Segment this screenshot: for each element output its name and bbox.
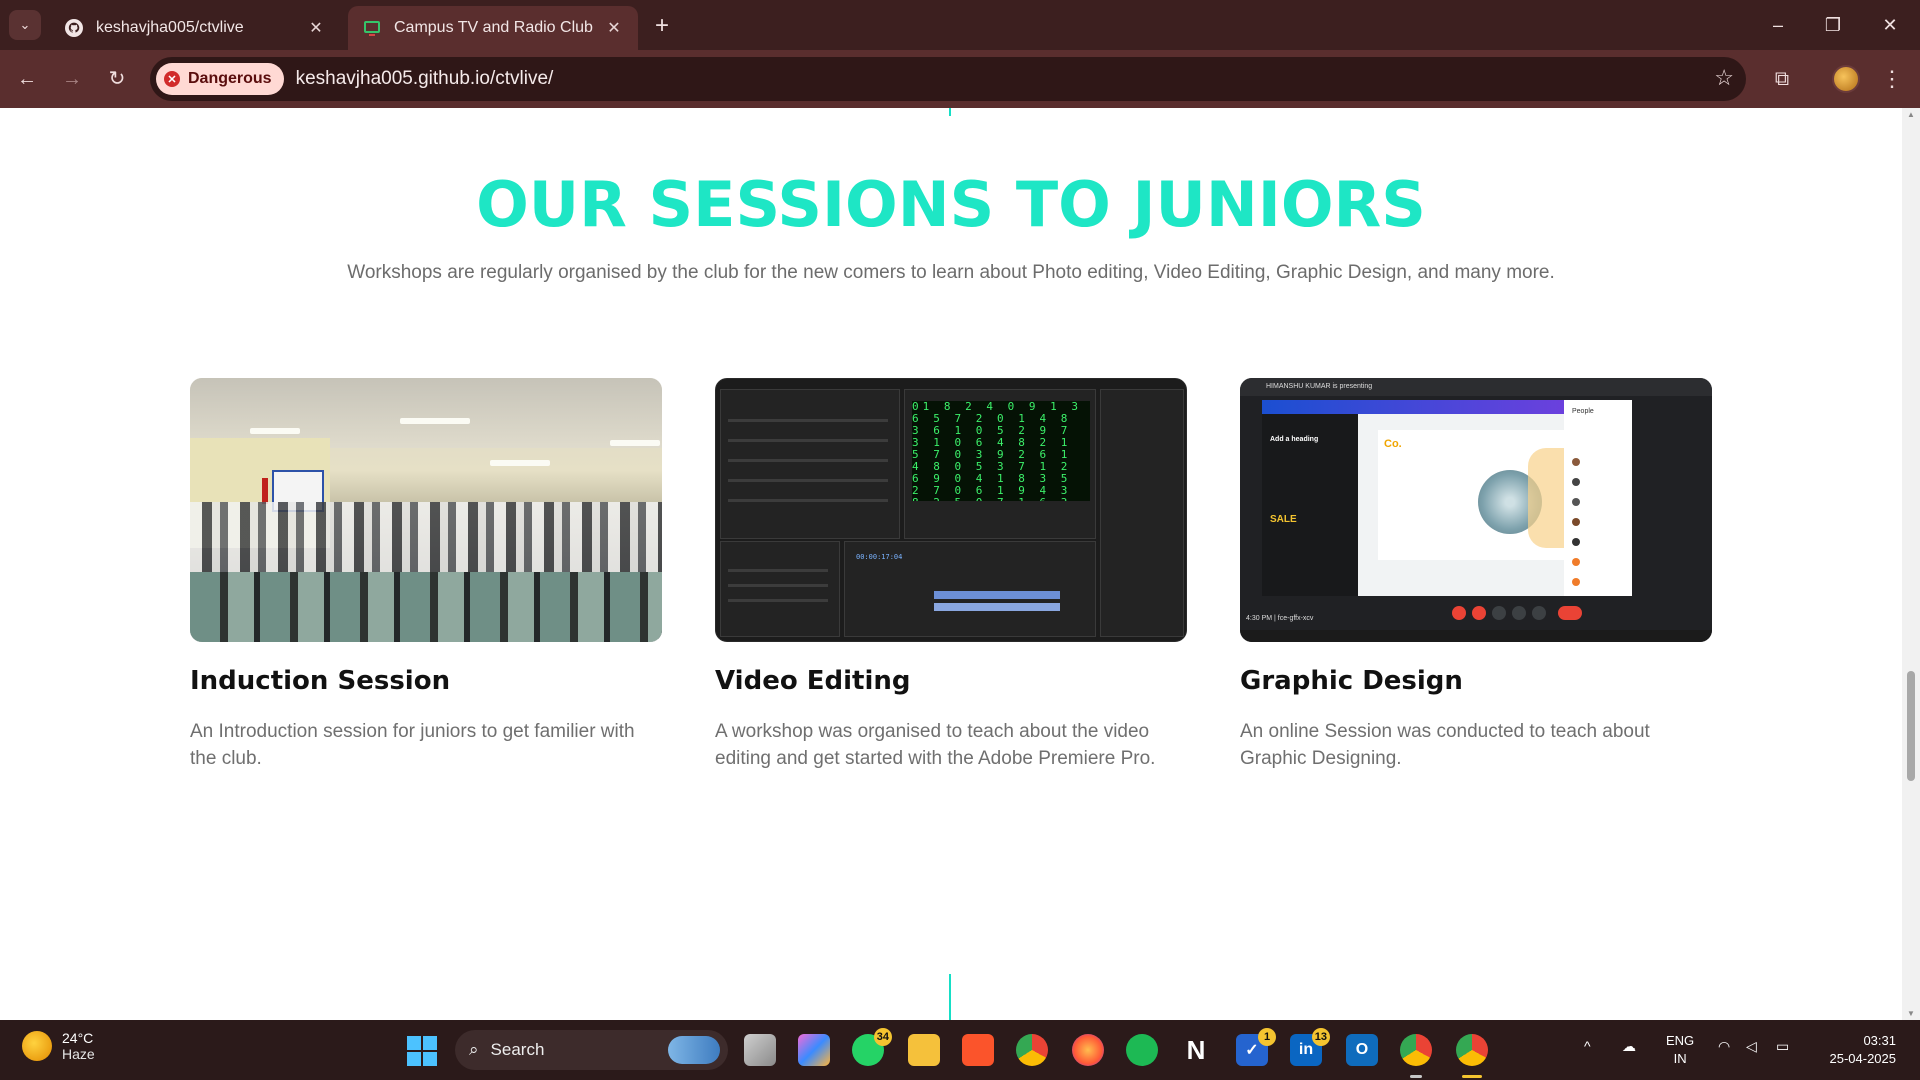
forward-icon[interactable]: → (57, 64, 87, 94)
spotify-icon[interactable] (1126, 1034, 1158, 1066)
menu-icon[interactable]: ⋮ (1880, 64, 1904, 94)
page-viewport: OUR SESSIONS TO JUNIORS Workshops are re… (0, 108, 1902, 1020)
battery-icon[interactable]: ▭ (1776, 1038, 1789, 1055)
notion-icon[interactable]: N (1180, 1034, 1212, 1066)
site-favicon-icon (362, 18, 382, 38)
file-explorer-icon[interactable] (908, 1034, 940, 1066)
copilot-icon[interactable] (798, 1034, 830, 1066)
new-tab-button[interactable]: + (650, 12, 674, 40)
meet-time: 4:30 PM | fce-gffx-xcv (1246, 615, 1314, 622)
presenting-label: HIMANSHU KUMAR is presenting (1240, 378, 1712, 396)
chrome-active-icon[interactable] (1456, 1034, 1488, 1066)
card-title: Induction Session (190, 666, 451, 696)
weather-temp: 24°C (62, 1030, 94, 1046)
clock-time: 03:31 (1863, 1033, 1896, 1048)
whatsapp-icon[interactable]: 34 (852, 1028, 892, 1066)
canva-heading: Add a heading (1270, 436, 1319, 443)
active-indicator (1462, 1075, 1482, 1078)
restore-icon[interactable]: ❐ (1813, 10, 1853, 40)
close-icon[interactable]: ✕ (604, 18, 624, 38)
onedrive-icon[interactable]: ☁ (1622, 1038, 1636, 1055)
timecode: 00:00:17:04 (856, 553, 903, 561)
session-card-induction: Induction Session An Introduction sessio… (190, 378, 662, 772)
extensions-icon[interactable]: ⧉ (1767, 64, 1797, 94)
linkedin-icon[interactable]: in 13 (1290, 1028, 1330, 1066)
weather-desc: Haze (62, 1046, 95, 1062)
notification-badge: 13 (1311, 1028, 1330, 1046)
session-card-graphic-design: HIMANSHU KUMAR is presenting Add a headi… (1240, 378, 1712, 772)
tab-title: keshavjha005/ctvlive (96, 19, 244, 36)
search-highlight-icon (668, 1036, 720, 1064)
scroll-down-icon[interactable]: ▼ (1906, 1009, 1916, 1018)
page-scrollbar[interactable]: ▲ ▼ (1902, 108, 1920, 1020)
tab-campus-tv[interactable]: Campus TV and Radio Club ✕ (348, 6, 638, 50)
url-text[interactable]: keshavjha005.github.io/ctvlive/ (296, 68, 554, 90)
search-icon: ⌕ (469, 1040, 479, 1059)
tab-strip: ⌄ keshavjha005/ctvlive ✕ Campus TV and R… (0, 0, 1920, 50)
tab-title: Campus TV and Radio Club (394, 19, 593, 36)
induction-photo (190, 378, 662, 642)
scrollbar-thumb[interactable] (1907, 671, 1915, 781)
divider-line (949, 974, 951, 1020)
firefox-icon[interactable] (1072, 1034, 1104, 1066)
card-title: Graphic Design (1240, 666, 1463, 696)
weather-widget[interactable]: 24°C Haze (22, 1030, 95, 1062)
card-description: An online Session was conducted to teach… (1240, 721, 1650, 769)
minimize-icon[interactable]: – (1758, 10, 1798, 40)
tab-github[interactable]: keshavjha005/ctvlive ✕ (50, 6, 340, 50)
card-description: A workshop was organised to teach about … (715, 721, 1156, 769)
divider-line (949, 108, 951, 116)
session-card-video-editing: 01 8 2 4 0 9 1 3 6 5 7 2 0 1 4 8 3 6 1 0… (715, 378, 1187, 772)
avatar[interactable] (1832, 65, 1860, 93)
brave-icon[interactable] (962, 1034, 994, 1066)
clock[interactable]: 03:31 25-04-2025 (1818, 1032, 1897, 1068)
volume-icon[interactable]: ◁ (1746, 1038, 1757, 1055)
back-icon[interactable]: ← (12, 64, 42, 94)
chrome-profile-icon[interactable] (1400, 1034, 1432, 1066)
window-close-icon[interactable]: ✕ (1870, 10, 1910, 40)
search-placeholder: Search (490, 1040, 545, 1059)
scroll-up-icon[interactable]: ▲ (1906, 110, 1916, 119)
meet-screenshot: HIMANSHU KUMAR is presenting Add a headi… (1240, 378, 1712, 642)
outlook-icon[interactable]: O (1346, 1034, 1378, 1066)
taskbar-search[interactable]: ⌕ Search (455, 1030, 728, 1070)
todo-icon[interactable]: ✓ 1 (1236, 1028, 1276, 1066)
github-icon (64, 18, 84, 38)
notification-badge: 34 (873, 1028, 892, 1046)
danger-icon: ✕ (164, 71, 180, 87)
clock-date: 25-04-2025 (1829, 1051, 1897, 1066)
card-description: An Introduction session for juniors to g… (190, 721, 635, 769)
matrix-preview: 01 8 2 4 0 9 1 3 6 5 7 2 0 1 4 8 3 6 1 0… (912, 401, 1090, 501)
address-bar[interactable]: ✕ Dangerous keshavjha005.github.io/ctvli… (150, 57, 1746, 101)
section-heading: OUR SESSIONS TO JUNIORS (476, 168, 1426, 241)
tray-expand-icon[interactable]: ^ (1584, 1038, 1591, 1054)
task-view-icon[interactable] (744, 1034, 776, 1066)
close-icon[interactable]: ✕ (306, 18, 326, 38)
wifi-icon[interactable]: ◠ (1718, 1038, 1730, 1055)
reload-icon[interactable]: ↻ (102, 64, 132, 94)
language-indicator[interactable]: ENG IN (1666, 1032, 1694, 1068)
card-title: Video Editing (715, 666, 911, 696)
security-label: Dangerous (188, 70, 272, 87)
windows-start-icon[interactable] (407, 1036, 437, 1066)
premiere-screenshot: 01 8 2 4 0 9 1 3 6 5 7 2 0 1 4 8 3 6 1 0… (715, 378, 1187, 642)
bookmark-star-icon[interactable]: ☆ (1714, 65, 1734, 91)
section-subtitle: Workshops are regularly organised by the… (347, 262, 1555, 283)
weather-icon (22, 1031, 52, 1061)
people-label: People (1572, 408, 1594, 415)
chrome-icon[interactable] (1016, 1034, 1048, 1066)
taskbar: 24°C Haze ⌕ Search 34 N ✓ 1 in 13 O ^ ☁ … (0, 1020, 1920, 1080)
toolbar: ← → ↻ ✕ Dangerous keshavjha005.github.io… (0, 50, 1920, 108)
chevron-down-icon: ⌄ (19, 17, 31, 32)
tab-search-button[interactable]: ⌄ (9, 10, 41, 40)
notification-badge: 1 (1258, 1028, 1276, 1046)
security-chip[interactable]: ✕ Dangerous (156, 63, 284, 95)
running-indicator (1410, 1075, 1422, 1078)
